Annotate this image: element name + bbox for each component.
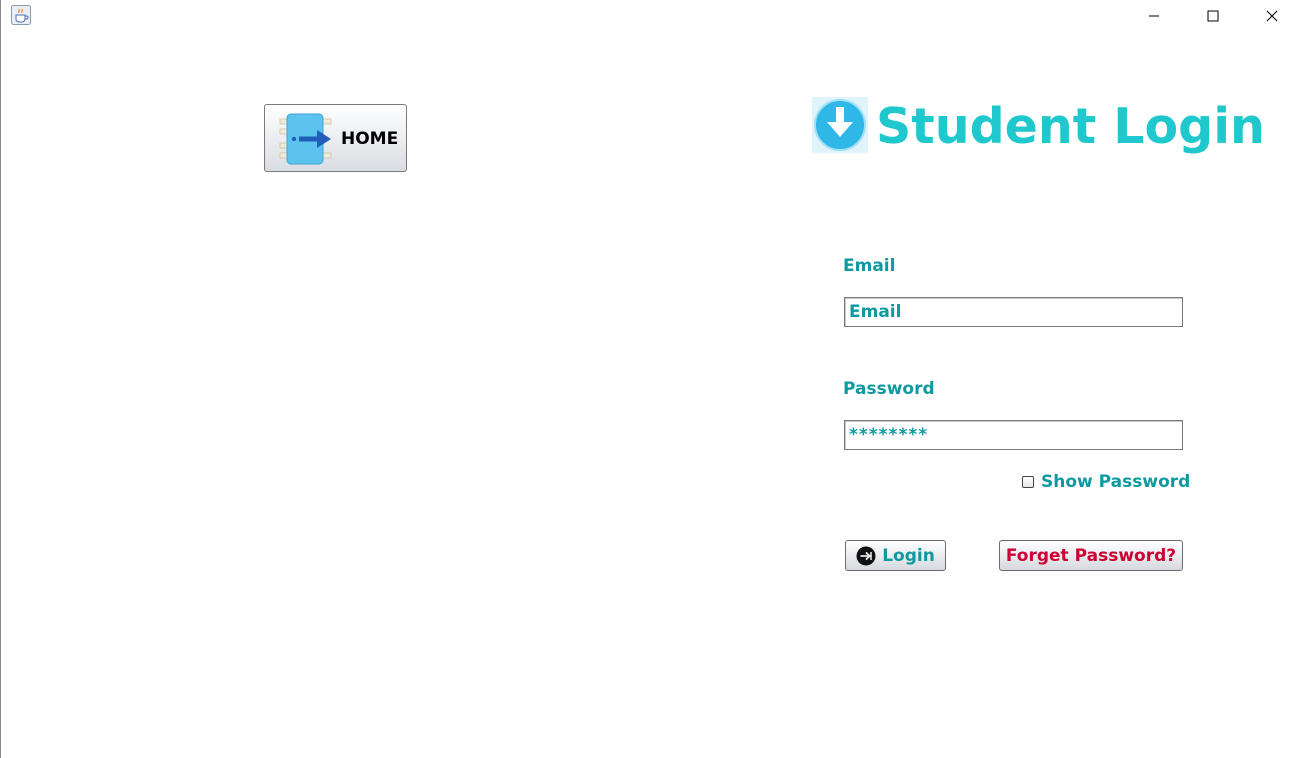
email-field[interactable] <box>844 297 1183 327</box>
minimize-icon <box>1148 7 1160 26</box>
home-label: HOME <box>341 129 399 149</box>
java-cup-icon <box>11 5 31 25</box>
email-label: Email <box>843 256 896 276</box>
password-field[interactable] <box>844 420 1183 450</box>
forget-password-label: Forget Password? <box>1005 545 1177 566</box>
exit-door-arrow-icon <box>277 113 335 165</box>
login-window: HOME Student Login Email Password Show P… <box>0 0 1302 758</box>
maximize-button[interactable] <box>1184 0 1242 32</box>
page-title: Student Login <box>876 98 1265 155</box>
login-label: Login <box>882 545 935 566</box>
minimize-button[interactable] <box>1125 0 1183 32</box>
show-password-checkbox[interactable] <box>1022 476 1034 488</box>
download-arrow-circle-icon <box>810 95 870 155</box>
close-button[interactable] <box>1243 0 1301 32</box>
maximize-icon <box>1207 7 1219 26</box>
show-password-label: Show Password <box>1041 472 1191 492</box>
forget-password-button[interactable]: Forget Password? <box>999 540 1183 571</box>
title-bar <box>1 0 1302 32</box>
show-password-toggle[interactable]: Show Password <box>1022 472 1190 492</box>
password-label: Password <box>843 379 935 399</box>
close-icon <box>1266 7 1278 26</box>
login-button[interactable]: Login <box>845 540 946 571</box>
login-arrow-icon <box>856 546 876 566</box>
home-button[interactable]: HOME <box>264 104 407 172</box>
